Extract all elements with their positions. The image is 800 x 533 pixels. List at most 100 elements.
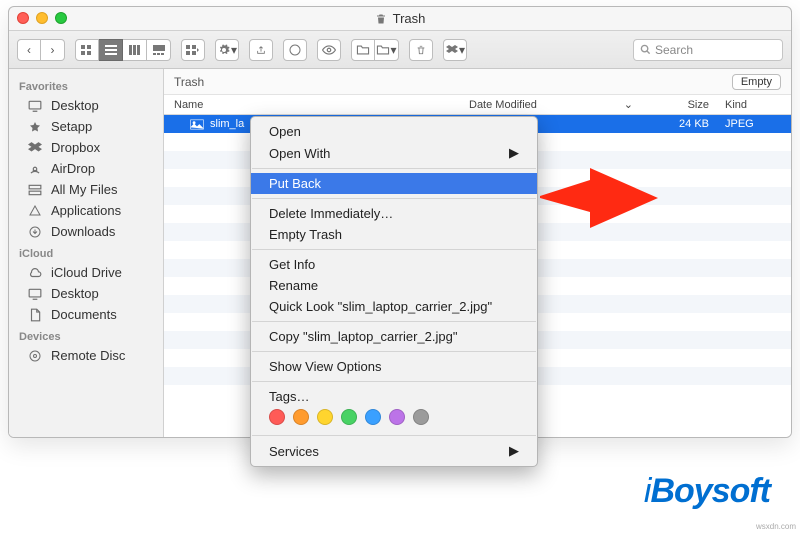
- context-menu: Open Open With▶ Put Back Delete Immediat…: [250, 116, 538, 467]
- action-button[interactable]: ▾: [215, 39, 239, 61]
- source-note: wsxdn.com: [756, 522, 796, 531]
- tag-gray[interactable]: [413, 409, 429, 425]
- sidebar-item-documents[interactable]: Documents: [9, 304, 163, 325]
- desktop-icon: [27, 287, 43, 301]
- sidebar-item-label: Applications: [51, 203, 121, 218]
- new-folder-button[interactable]: [351, 39, 375, 61]
- menu-separator: [252, 198, 536, 199]
- sidebar-section-icloud: iCloud: [9, 242, 163, 262]
- image-file-icon: [190, 119, 204, 130]
- window-title-text: Trash: [393, 11, 426, 26]
- view-icon-button[interactable]: [75, 39, 99, 61]
- menu-item-show-view[interactable]: Show View Options: [251, 356, 537, 377]
- tag-orange[interactable]: [293, 409, 309, 425]
- menu-item-open[interactable]: Open: [251, 121, 537, 142]
- folder-buttons: ▾: [351, 39, 399, 61]
- submenu-arrow-icon: ▶: [509, 145, 519, 161]
- share-button[interactable]: [249, 39, 273, 61]
- sidebar-item-desktop[interactable]: Desktop: [9, 95, 163, 116]
- disc-icon: [27, 349, 43, 363]
- menu-separator: [252, 321, 536, 322]
- empty-trash-button[interactable]: Empty: [732, 74, 781, 90]
- column-size[interactable]: Size: [639, 99, 719, 111]
- file-name: slim_la: [210, 118, 244, 130]
- toolbar: ‹ › ▾ ▾ ▾: [9, 31, 791, 69]
- tag-yellow[interactable]: [317, 409, 333, 425]
- column-kind[interactable]: Kind: [719, 99, 791, 111]
- location-bar: Trash Empty: [164, 69, 791, 95]
- zoom-icon[interactable]: [55, 12, 67, 24]
- sidebar-item-label: Downloads: [51, 224, 115, 239]
- close-icon[interactable]: [17, 12, 29, 24]
- sidebar-item-label: Desktop: [51, 98, 99, 113]
- location-path: Trash: [174, 75, 204, 89]
- setapp-icon: [27, 120, 43, 134]
- delete-button[interactable]: [409, 39, 433, 61]
- tags-button[interactable]: [283, 39, 307, 61]
- sidebar-item-label: Desktop: [51, 286, 99, 301]
- search-icon: [640, 44, 651, 55]
- minimize-icon[interactable]: [36, 12, 48, 24]
- document-icon: [27, 308, 43, 322]
- sidebar-item-remote-disc[interactable]: Remote Disc: [9, 345, 163, 366]
- search-placeholder: Search: [655, 43, 693, 57]
- sidebar-section-devices: Devices: [9, 325, 163, 345]
- menu-separator: [252, 351, 536, 352]
- sidebar-item-downloads[interactable]: Downloads: [9, 221, 163, 242]
- menu-item-empty-trash[interactable]: Empty Trash: [251, 224, 537, 245]
- search-field[interactable]: Search: [633, 39, 783, 61]
- allfiles-icon: [27, 183, 43, 197]
- view-gallery-button[interactable]: [147, 39, 171, 61]
- dropbox-icon: [27, 141, 43, 155]
- menu-item-quick-look[interactable]: Quick Look "slim_laptop_carrier_2.jpg": [251, 296, 537, 317]
- quicklook-button[interactable]: [317, 39, 341, 61]
- nav-buttons: ‹ ›: [17, 39, 65, 61]
- sidebar-item-icloud-desktop[interactable]: Desktop: [9, 283, 163, 304]
- back-button[interactable]: ‹: [17, 39, 41, 61]
- view-column-button[interactable]: [123, 39, 147, 61]
- menu-item-copy[interactable]: Copy "slim_laptop_carrier_2.jpg": [251, 326, 537, 347]
- tag-purple[interactable]: [389, 409, 405, 425]
- iboysoft-logo: iBoysoft: [644, 472, 770, 511]
- forward-button[interactable]: ›: [41, 39, 65, 61]
- arrange-button[interactable]: [181, 39, 205, 61]
- desktop-icon: [27, 99, 43, 113]
- tag-red[interactable]: [269, 409, 285, 425]
- submenu-arrow-icon: ▶: [509, 443, 519, 459]
- column-date-label: Date Modified: [469, 99, 537, 111]
- menu-item-open-with[interactable]: Open With▶: [251, 142, 537, 164]
- sidebar-item-label: Remote Disc: [51, 348, 125, 363]
- chevron-down-icon: ⌄: [624, 98, 633, 111]
- sidebar-item-label: iCloud Drive: [51, 265, 122, 280]
- menu-item-tags[interactable]: Tags…: [251, 386, 537, 407]
- sidebar-item-label: Setapp: [51, 119, 92, 134]
- sidebar-item-applications[interactable]: Applications: [9, 200, 163, 221]
- applications-icon: [27, 204, 43, 218]
- folder-menu-button[interactable]: ▾: [375, 39, 399, 61]
- column-headers: Name Date Modified ⌄ Size Kind: [164, 95, 791, 115]
- downloads-icon: [27, 225, 43, 239]
- sidebar-section-favorites: Favorites: [9, 75, 163, 95]
- sidebar-item-airdrop[interactable]: AirDrop: [9, 158, 163, 179]
- menu-item-services[interactable]: Services▶: [251, 440, 537, 462]
- sidebar-item-label: All My Files: [51, 182, 117, 197]
- tag-green[interactable]: [341, 409, 357, 425]
- view-list-button[interactable]: [99, 39, 123, 61]
- cloud-icon: [27, 266, 43, 280]
- menu-item-get-info[interactable]: Get Info: [251, 254, 537, 275]
- sidebar-item-label: Documents: [51, 307, 117, 322]
- window-title: Trash: [375, 11, 426, 26]
- sidebar-item-allfiles[interactable]: All My Files: [9, 179, 163, 200]
- sidebar-item-dropbox[interactable]: Dropbox: [9, 137, 163, 158]
- menu-item-rename[interactable]: Rename: [251, 275, 537, 296]
- file-kind: JPEG: [719, 118, 791, 130]
- sidebar-item-setapp[interactable]: Setapp: [9, 116, 163, 137]
- menu-item-put-back[interactable]: Put Back: [251, 173, 537, 194]
- sidebar-item-label: AirDrop: [51, 161, 95, 176]
- column-date[interactable]: Date Modified ⌄: [469, 98, 639, 111]
- tag-blue[interactable]: [365, 409, 381, 425]
- dropbox-button[interactable]: ▾: [443, 39, 467, 61]
- column-name[interactable]: Name: [164, 99, 469, 111]
- menu-item-delete[interactable]: Delete Immediately…: [251, 203, 537, 224]
- sidebar-item-icloud-drive[interactable]: iCloud Drive: [9, 262, 163, 283]
